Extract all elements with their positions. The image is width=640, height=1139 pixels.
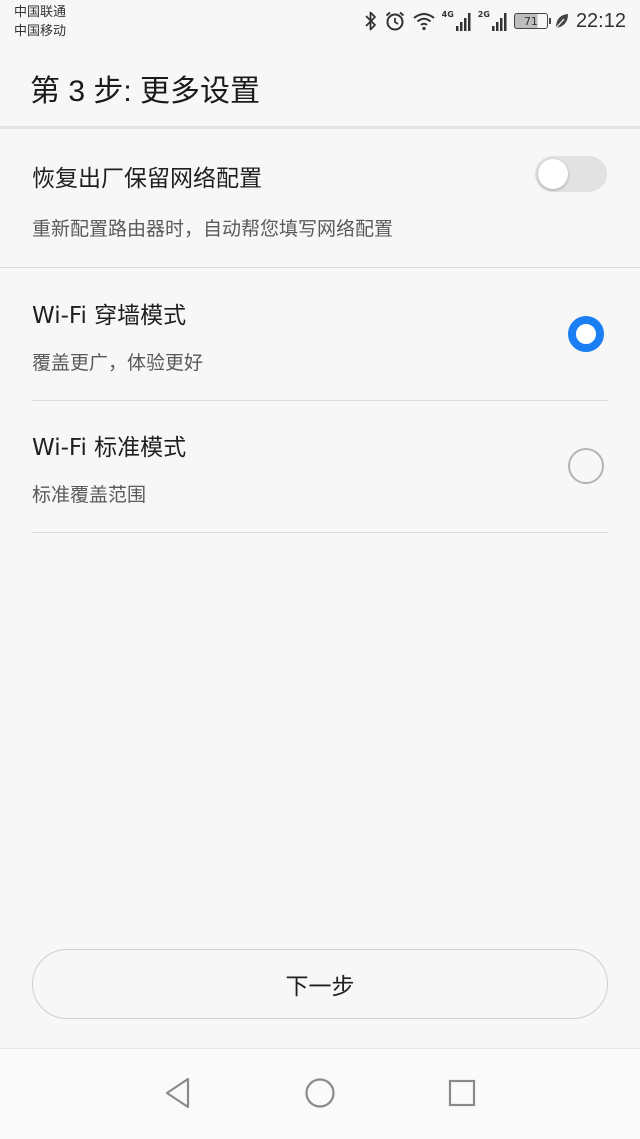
radio-button-unselected[interactable] [568, 448, 604, 484]
back-button[interactable] [158, 1075, 198, 1115]
toggle-knob [538, 159, 568, 189]
bluetooth-icon [364, 10, 378, 32]
back-icon [164, 1077, 192, 1113]
reset-keep-network-toggle[interactable] [535, 156, 607, 192]
clock: 22:12 [575, 9, 626, 32]
next-step-label: 下一步 [285, 974, 355, 1000]
network-type-2: 2G [477, 9, 490, 19]
home-button[interactable] [300, 1075, 340, 1115]
mode-option-standard[interactable]: Wi-Fi 标准模式 标准覆盖范围 [32, 400, 608, 533]
app-header: 第 3 步: 更多设置 [0, 44, 640, 129]
alarm-icon [384, 10, 406, 32]
carrier-1: 中国联通 [14, 5, 67, 20]
wifi-icon [412, 11, 436, 31]
setting-title: 恢复出厂保留网络配置 [32, 166, 262, 192]
carrier-2: 中国移动 [14, 24, 67, 39]
battery-level: 71 [523, 14, 538, 28]
mode-title: Wi-Fi 穿墙模式 [32, 303, 187, 329]
status-bar: 中国联通 中国移动 4G 2G 71 22:12 [0, 0, 640, 44]
home-icon [304, 1077, 336, 1113]
recents-icon [448, 1079, 476, 1111]
navigation-bar [0, 1048, 640, 1139]
setting-description: 重新配置路由器时，自动帮您填写网络配置 [32, 218, 394, 240]
status-icons: 4G 2G 71 22:12 [364, 8, 626, 34]
battery-icon: 71 [513, 13, 551, 29]
network-type-1: 4G [441, 9, 454, 19]
signal-icon [455, 11, 472, 31]
mode-option-wall-penetration[interactable]: Wi-Fi 穿墙模式 覆盖更广，体验更好 [32, 268, 608, 401]
carrier-info: 中国联通 中国移动 [14, 3, 66, 41]
signal-icon [491, 11, 508, 31]
mode-description: 标准覆盖范围 [32, 484, 147, 506]
leaf-icon [554, 12, 570, 30]
mode-title: Wi-Fi 标准模式 [32, 435, 187, 461]
reset-keep-network-setting: 恢复出厂保留网络配置 重新配置路由器时，自动帮您填写网络配置 [0, 129, 640, 268]
next-step-button[interactable]: 下一步 [32, 949, 608, 1019]
page-title: 第 3 步: 更多设置 [30, 75, 261, 108]
mode-description: 覆盖更广，体验更好 [32, 352, 204, 374]
radio-button-selected[interactable] [568, 316, 604, 352]
recents-button[interactable] [442, 1075, 482, 1115]
